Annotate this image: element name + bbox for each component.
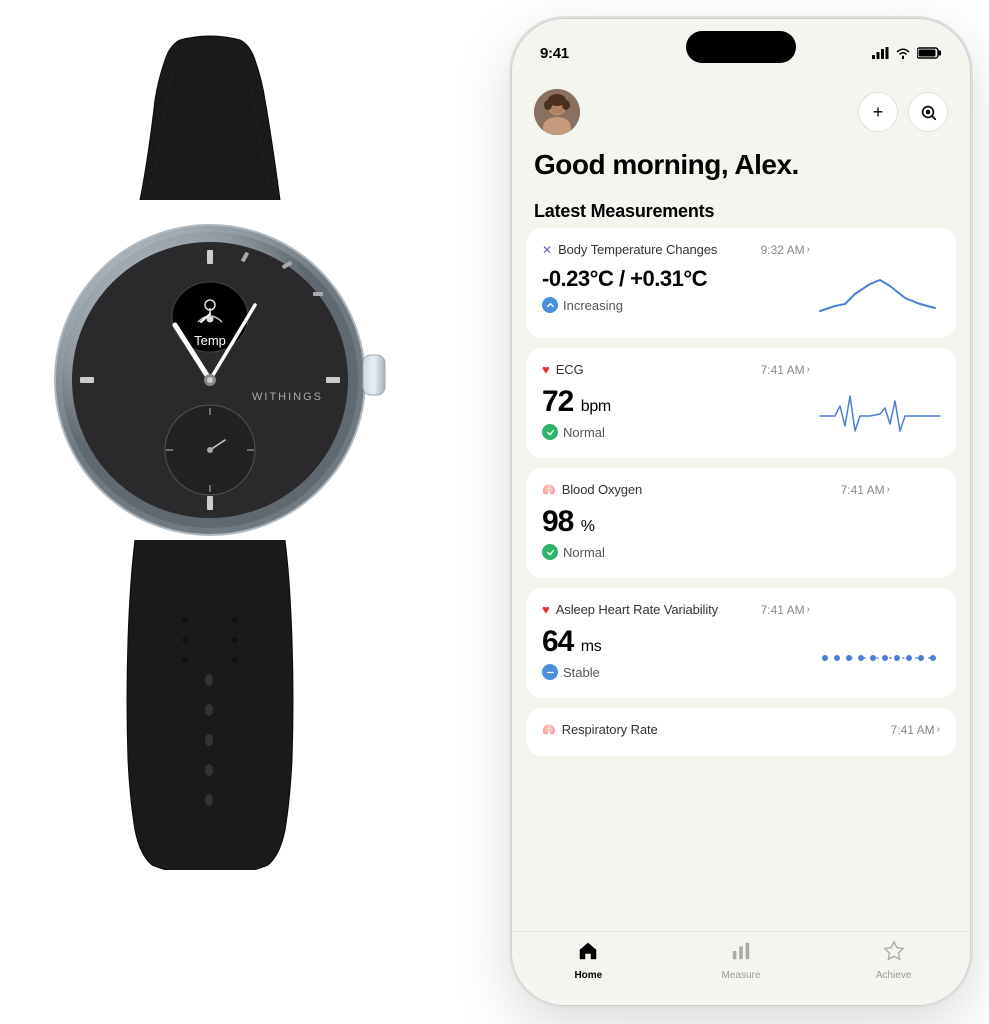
status-time: 9:41 [540,45,569,62]
card-hrv-title-row: ♥ Asleep Heart Rate Variability [542,602,718,617]
body-temp-value: -0.23°C / +0.31°C [542,267,810,291]
ecg-status-icon [542,424,558,440]
card-respiratory[interactable]: 🫁 Respiratory Rate 7:41 AM › [526,708,956,756]
scan-icon [919,103,937,121]
card-respiratory-header: 🫁 Respiratory Rate 7:41 AM › [542,722,940,737]
card-blood-oxygen[interactable]: 🫁 Blood Oxygen 7:41 AM › 98 % [526,468,956,578]
phone-frame: 9:41 [511,18,971,1006]
status-bar: 9:41 [512,19,970,75]
measurements-list: ✕ Body Temperature Changes 9:32 AM › -0.… [512,228,970,931]
top-bar-buttons: + [858,92,948,132]
card-respiratory-title-row: 🫁 Respiratory Rate [542,722,658,737]
hrv-icon: ♥ [542,602,550,617]
bottom-nav: Home Measure Achieve [512,931,970,1005]
avatar[interactable] [534,89,580,135]
body-temp-chart [820,260,940,326]
greeting-text: Good morning, Alex. [512,145,970,187]
achieve-icon [883,940,905,968]
blood-oxygen-value: 98 % [542,505,890,538]
signal-icon [872,47,889,59]
dynamic-island [686,31,796,63]
battery-icon [917,47,942,59]
blood-oxygen-chart [900,500,940,566]
card-blood-oxygen-left: 🫁 Blood Oxygen 7:41 AM › 98 % [542,482,890,566]
nav-measure-label: Measure [722,970,761,981]
top-bar: + [512,75,970,145]
card-respiratory-left: 🫁 Respiratory Rate 7:41 AM › [542,722,940,744]
blood-oxygen-status-icon [542,544,558,560]
card-body-temp-title-row: ✕ Body Temperature Changes [542,242,717,257]
respiratory-icon: 🫁 [542,723,556,736]
card-hrv-header: ♥ Asleep Heart Rate Variability 7:41 AM … [542,602,810,617]
card-blood-oxygen-header: 🫁 Blood Oxygen 7:41 AM › [542,482,890,497]
svg-text:WITHINGS: WITHINGS [252,391,323,403]
ecg-chart [820,380,940,446]
card-ecg[interactable]: ♥ ECG 7:41 AM › 72 bpm [526,348,956,458]
card-body-temp[interactable]: ✕ Body Temperature Changes 9:32 AM › -0.… [526,228,956,338]
section-heading: Latest Measurements [512,187,970,228]
ecg-status-label: Normal [563,425,605,440]
body-temp-title: Body Temperature Changes [558,242,717,257]
hrv-value: 64 ms [542,625,810,658]
measure-icon [730,940,752,968]
card-blood-oxygen-title-row: 🫁 Blood Oxygen [542,482,642,497]
card-hrv[interactable]: ♥ Asleep Heart Rate Variability 7:41 AM … [526,588,956,698]
body-temp-status: Increasing [542,297,810,313]
nav-achieve[interactable]: Achieve [817,940,970,981]
ecg-time: 7:41 AM › [761,363,810,377]
blood-oxygen-time: 7:41 AM › [841,483,890,497]
avatar-image [534,89,580,135]
blood-oxygen-status: Normal [542,544,890,560]
status-icons [872,47,942,59]
respiratory-title: Respiratory Rate [562,722,658,737]
blood-oxygen-title: Blood Oxygen [562,482,642,497]
home-icon [577,940,599,968]
card-ecg-title-row: ♥ ECG [542,362,584,377]
scan-button[interactable] [908,92,948,132]
hrv-status-icon [542,664,558,680]
card-body-temp-header: ✕ Body Temperature Changes 9:32 AM › [542,242,810,257]
svg-text:Temp: Temp [194,333,226,348]
hrv-title: Asleep Heart Rate Variability [556,602,718,617]
nav-home[interactable]: Home [512,940,665,981]
body-temp-icon: ✕ [542,243,552,257]
card-body-temp-left: ✕ Body Temperature Changes 9:32 AM › -0.… [542,242,810,326]
respiratory-time: 7:41 AM › [891,723,940,737]
blood-oxygen-icon: 🫁 [542,483,556,496]
add-button[interactable]: + [858,92,898,132]
nav-measure[interactable]: Measure [665,940,818,981]
hrv-time: 7:41 AM › [761,603,810,617]
nav-achieve-label: Achieve [876,970,912,981]
wifi-icon [895,47,911,59]
ecg-status: Normal [542,424,810,440]
nav-home-label: Home [574,970,602,981]
card-hrv-left: ♥ Asleep Heart Rate Variability 7:41 AM … [542,602,810,686]
blood-oxygen-status-label: Normal [563,545,605,560]
phone-content: + Good morning, Alex. Latest Measurement… [512,75,970,1005]
body-temp-status-label: Increasing [563,298,623,313]
ecg-title: ECG [556,362,584,377]
card-ecg-header: ♥ ECG 7:41 AM › [542,362,810,377]
ecg-value: 72 bpm [542,385,810,418]
hrv-status: Stable [542,664,810,680]
body-temp-status-icon [542,297,558,313]
hrv-chart [820,620,940,686]
body-temp-time: 9:32 AM › [761,243,810,257]
watch-illustration: Temp WITHINGS [0,0,420,870]
ecg-icon: ♥ [542,362,550,377]
card-ecg-left: ♥ ECG 7:41 AM › 72 bpm [542,362,810,446]
hrv-status-label: Stable [563,665,600,680]
